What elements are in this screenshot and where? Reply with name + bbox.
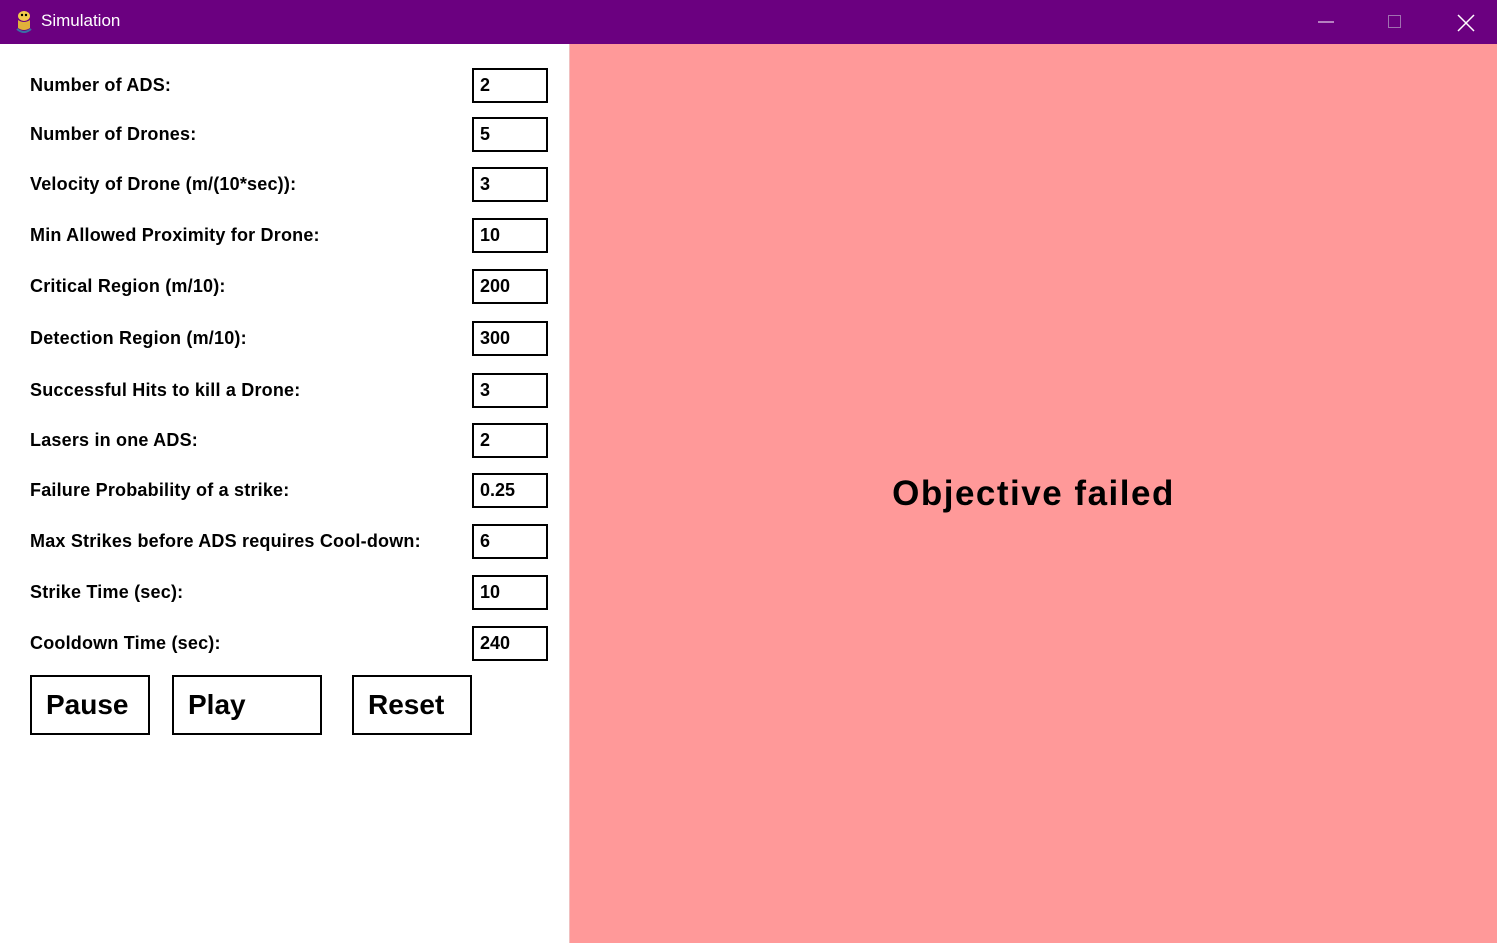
maximize-icon [1388, 15, 1401, 28]
simulation-canvas[interactable]: Objective failed [570, 44, 1497, 943]
min-proximity-input[interactable] [472, 218, 548, 253]
failure-probability-input[interactable] [472, 473, 548, 508]
param-row-lasers: Lasers in one ADS: [0, 423, 570, 458]
title-bar: Simulation [0, 0, 1497, 44]
param-row-max-strikes: Max Strikes before ADS requires Cool-dow… [0, 524, 570, 559]
python-snake-icon [16, 11, 32, 33]
param-row-cooldown-time: Cooldown Time (sec): [0, 626, 570, 661]
detection-region-input[interactable] [472, 321, 548, 356]
param-row-strike-time: Strike Time (sec): [0, 575, 570, 610]
drone-velocity-input[interactable] [472, 167, 548, 202]
reset-button[interactable]: Reset [352, 675, 472, 735]
hits-to-kill-input[interactable] [472, 373, 548, 408]
param-label-drones: Number of Drones: [30, 124, 197, 144]
critical-region-input[interactable] [472, 269, 548, 304]
param-label-strike-time: Strike Time (sec): [30, 582, 184, 602]
param-row-hits-to-kill: Successful Hits to kill a Drone: [0, 373, 570, 408]
lasers-per-ads-input[interactable] [472, 423, 548, 458]
param-label-ads: Number of ADS: [30, 75, 172, 95]
play-button-label: Play [188, 689, 246, 720]
param-label-proximity: Min Allowed Proximity for Drone: [30, 225, 320, 245]
close-button[interactable] [1430, 0, 1497, 44]
param-row-ads: Number of ADS: [0, 68, 570, 103]
param-row-drones: Number of Drones: [0, 117, 570, 152]
param-label-max-strikes: Max Strikes before ADS requires Cool-dow… [30, 531, 421, 551]
param-label-lasers: Lasers in one ADS: [30, 430, 198, 450]
objective-status-text: Objective failed [892, 474, 1175, 513]
max-strikes-input[interactable] [472, 524, 548, 559]
ads-count-input[interactable] [472, 68, 548, 103]
param-label-velocity: Velocity of Drone (m/(10*sec)): [30, 174, 297, 194]
param-row-detection-region: Detection Region (m/10): [0, 321, 570, 356]
param-label-cooldown-time: Cooldown Time (sec): [30, 633, 221, 653]
window-title: Simulation [41, 11, 121, 30]
param-row-velocity: Velocity of Drone (m/(10*sec)): [0, 167, 570, 202]
reset-button-label: Reset [368, 689, 445, 720]
cooldown-time-input[interactable] [472, 626, 548, 661]
play-button[interactable]: Play [172, 675, 322, 735]
drone-count-input[interactable] [472, 117, 548, 152]
pause-button-label: Pause [46, 689, 129, 720]
minimize-icon [1318, 21, 1334, 23]
maximize-button[interactable] [1360, 0, 1430, 44]
pause-button[interactable]: Pause [30, 675, 150, 735]
param-label-critical-region: Critical Region (m/10): [30, 276, 226, 296]
close-icon [1457, 14, 1475, 32]
param-row-proximity: Min Allowed Proximity for Drone: [0, 218, 570, 253]
minimize-button[interactable] [1291, 0, 1361, 44]
param-label-failure-probability: Failure Probability of a strike: [30, 480, 290, 500]
param-label-hits-to-kill: Successful Hits to kill a Drone: [30, 380, 301, 400]
param-row-failure-probability: Failure Probability of a strike: [0, 473, 570, 508]
param-label-detection-region: Detection Region (m/10): [30, 328, 247, 348]
param-row-critical-region: Critical Region (m/10): [0, 269, 570, 304]
parameter-panel: Number of ADS: Number of Drones: Velocit… [0, 44, 570, 943]
strike-time-input[interactable] [472, 575, 548, 610]
